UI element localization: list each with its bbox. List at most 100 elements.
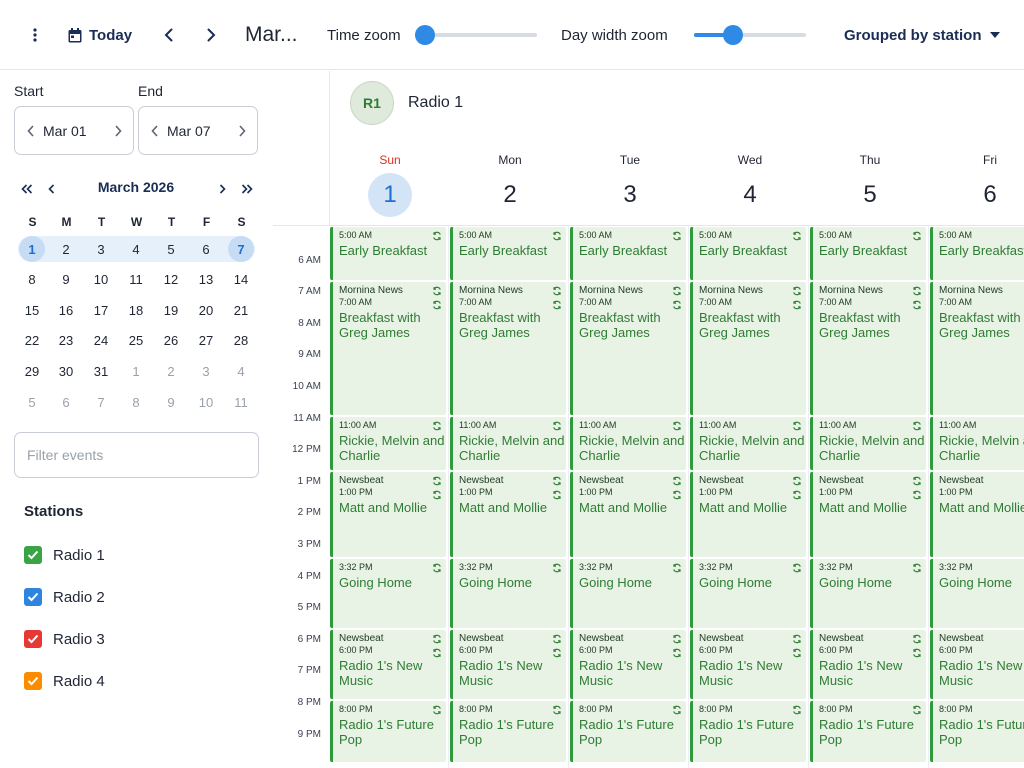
mini-calendar-day[interactable]: 8 xyxy=(123,389,149,415)
event-block[interactable]: 8:00 PM Radio 1's Future Pop xyxy=(450,701,566,763)
mini-calendar-day[interactable]: 17 xyxy=(88,297,114,323)
station-checkbox[interactable] xyxy=(24,588,42,606)
time-zoom-slider[interactable] xyxy=(415,25,537,45)
event-block[interactable]: Newsbeat 6:00 PM Radio 1's New Music xyxy=(690,629,806,699)
mini-calendar-next-month-button[interactable] xyxy=(212,179,232,199)
mini-calendar-day[interactable]: 1 xyxy=(123,358,149,384)
day-header-wed[interactable]: Wed 4 xyxy=(690,153,810,217)
event-block[interactable]: Mornina News 7:00 AM Breakfast with Greg J… xyxy=(810,282,926,415)
station-item-radio-4[interactable]: Radio 4 xyxy=(24,671,105,691)
event-block[interactable]: 5:00 AM Early Breakfast xyxy=(330,227,446,281)
station-item-radio-3[interactable]: Radio 3 xyxy=(24,629,105,649)
mini-calendar-day[interactable]: 1 xyxy=(19,236,45,262)
mini-calendar-day[interactable]: 19 xyxy=(158,297,184,323)
day-header-mon[interactable]: Mon 2 xyxy=(450,153,570,217)
mini-calendar-day[interactable]: 9 xyxy=(158,389,184,415)
event-block[interactable]: 5:00 AM Early Breakfast xyxy=(570,227,686,281)
mini-calendar-day[interactable]: 27 xyxy=(193,328,219,354)
event-block[interactable]: 5:00 AM Early Breakfast xyxy=(810,227,926,281)
event-block[interactable]: Mornina News 7:00 AM Breakfast with Greg J… xyxy=(570,282,686,415)
event-block[interactable]: 5:00 AM Early Breakfast xyxy=(690,227,806,281)
event-block[interactable]: Mornina News 7:00 AM Breakfast with Greg J… xyxy=(330,282,446,415)
mini-calendar-day[interactable]: 7 xyxy=(88,389,114,415)
mini-calendar-day[interactable]: 30 xyxy=(53,358,79,384)
start-date-previous-button[interactable] xyxy=(23,124,37,138)
event-block[interactable]: Newsbeat 1:00 PM Matt and Mollie xyxy=(930,471,1024,557)
mini-calendar-day[interactable]: 26 xyxy=(158,328,184,354)
event-block[interactable]: 11:00 AM Rickie, Melvin and Charlie xyxy=(450,416,566,470)
event-block[interactable]: Newsbeat 6:00 PM Radio 1's New Music xyxy=(450,629,566,699)
event-block[interactable]: Newsbeat 1:00 PM Matt and Mollie xyxy=(810,471,926,557)
station-item-radio-1[interactable]: Radio 1 xyxy=(24,545,105,565)
event-block[interactable]: 3:32 PM Going Home xyxy=(330,558,446,628)
today-button[interactable]: Today xyxy=(68,20,132,50)
station-checkbox[interactable] xyxy=(24,546,42,564)
event-block[interactable]: Newsbeat 1:00 PM Matt and Mollie xyxy=(690,471,806,557)
grouping-dropdown[interactable]: Grouped by station xyxy=(844,22,1000,48)
station-item-radio-2[interactable]: Radio 2 xyxy=(24,587,105,607)
mini-calendar-day[interactable]: 23 xyxy=(53,328,79,354)
event-block[interactable]: 5:00 AM Early Breakfast xyxy=(930,227,1024,281)
day-width-zoom-thumb[interactable] xyxy=(723,25,744,45)
mini-calendar-day[interactable]: 15 xyxy=(19,297,45,323)
mini-calendar-day[interactable]: 20 xyxy=(193,297,219,323)
event-block[interactable]: Newsbeat 1:00 PM Matt and Mollie xyxy=(330,471,446,557)
event-block[interactable]: 3:32 PM Going Home xyxy=(930,558,1024,628)
event-block[interactable]: Mornina News 7:00 AM Breakfast with Greg J… xyxy=(930,282,1024,415)
event-block[interactable]: 8:00 PM Radio 1's Future Pop xyxy=(570,701,686,763)
event-block[interactable]: Newsbeat 6:00 PM Radio 1's New Music xyxy=(810,629,926,699)
event-block[interactable]: Newsbeat 1:00 PM Matt and Mollie xyxy=(450,471,566,557)
mini-calendar-day[interactable]: 4 xyxy=(123,236,149,262)
event-block[interactable]: Newsbeat 6:00 PM Radio 1's New Music xyxy=(570,629,686,699)
mini-calendar-day[interactable]: 4 xyxy=(228,358,254,384)
event-block[interactable]: Newsbeat 6:00 PM Radio 1's New Music xyxy=(330,629,446,699)
event-block[interactable]: 3:32 PM Going Home xyxy=(690,558,806,628)
end-date-field[interactable]: Mar 07 xyxy=(138,106,258,155)
mini-calendar-day[interactable]: 10 xyxy=(88,267,114,293)
mini-calendar-day[interactable]: 2 xyxy=(53,236,79,262)
mini-calendar-day[interactable]: 6 xyxy=(193,236,219,262)
mini-calendar-day[interactable]: 25 xyxy=(123,328,149,354)
mini-calendar-day[interactable]: 2 xyxy=(158,358,184,384)
event-block[interactable]: Mornina News 7:00 AM Breakfast with Greg J… xyxy=(450,282,566,415)
mini-calendar-day[interactable]: 6 xyxy=(53,389,79,415)
mini-calendar-day[interactable]: 11 xyxy=(228,389,254,415)
day-header-fri[interactable]: Fri 6 xyxy=(930,153,1024,217)
event-block[interactable]: 11:00 AM Rickie, Melvin and Charlie xyxy=(690,416,806,470)
mini-calendar-day[interactable]: 13 xyxy=(193,267,219,293)
mini-calendar-day[interactable]: 3 xyxy=(193,358,219,384)
mini-calendar-day[interactable]: 3 xyxy=(88,236,114,262)
mini-calendar-day[interactable]: 12 xyxy=(158,267,184,293)
day-header-thu[interactable]: Thu 5 xyxy=(810,153,930,217)
mini-calendar-day[interactable]: 7 xyxy=(228,236,254,262)
event-block[interactable]: 11:00 AM Rickie, Melvin and Charlie xyxy=(570,416,686,470)
mini-calendar-day[interactable]: 24 xyxy=(88,328,114,354)
event-block[interactable]: 11:00 AM Rickie, Melvin and Charlie xyxy=(810,416,926,470)
mini-calendar-previous-year-button[interactable] xyxy=(17,179,37,199)
mini-calendar-day[interactable]: 18 xyxy=(123,297,149,323)
end-date-previous-button[interactable] xyxy=(147,124,161,138)
mini-calendar-previous-month-button[interactable] xyxy=(41,179,61,199)
end-date-next-button[interactable] xyxy=(235,124,249,138)
day-header-sun[interactable]: Sun 1 xyxy=(330,153,450,217)
event-block[interactable]: 8:00 PM Radio 1's Future Pop xyxy=(330,701,446,763)
day-header-tue[interactable]: Tue 3 xyxy=(570,153,690,217)
filter-events-input[interactable] xyxy=(14,432,259,478)
previous-period-button[interactable] xyxy=(156,22,180,48)
event-block[interactable]: 8:00 PM Radio 1's Future Pop xyxy=(810,701,926,763)
mini-calendar-day[interactable]: 5 xyxy=(19,389,45,415)
mini-calendar-day[interactable]: 21 xyxy=(228,297,254,323)
event-block[interactable]: 5:00 AM Early Breakfast xyxy=(450,227,566,281)
event-block[interactable]: Newsbeat 1:00 PM Matt and Mollie xyxy=(570,471,686,557)
start-date-field[interactable]: Mar 01 xyxy=(14,106,134,155)
event-block[interactable]: 11:00 AM Rickie, Melvin and Charlie xyxy=(330,416,446,470)
event-block[interactable]: 3:32 PM Going Home xyxy=(810,558,926,628)
station-checkbox[interactable] xyxy=(24,630,42,648)
time-zoom-thumb[interactable] xyxy=(415,25,435,45)
more-options-button[interactable] xyxy=(24,22,46,48)
mini-calendar-day[interactable]: 16 xyxy=(53,297,79,323)
mini-calendar-day[interactable]: 31 xyxy=(88,358,114,384)
mini-calendar-day[interactable]: 22 xyxy=(19,328,45,354)
day-width-zoom-slider[interactable] xyxy=(694,25,806,45)
mini-calendar-day[interactable]: 28 xyxy=(228,328,254,354)
